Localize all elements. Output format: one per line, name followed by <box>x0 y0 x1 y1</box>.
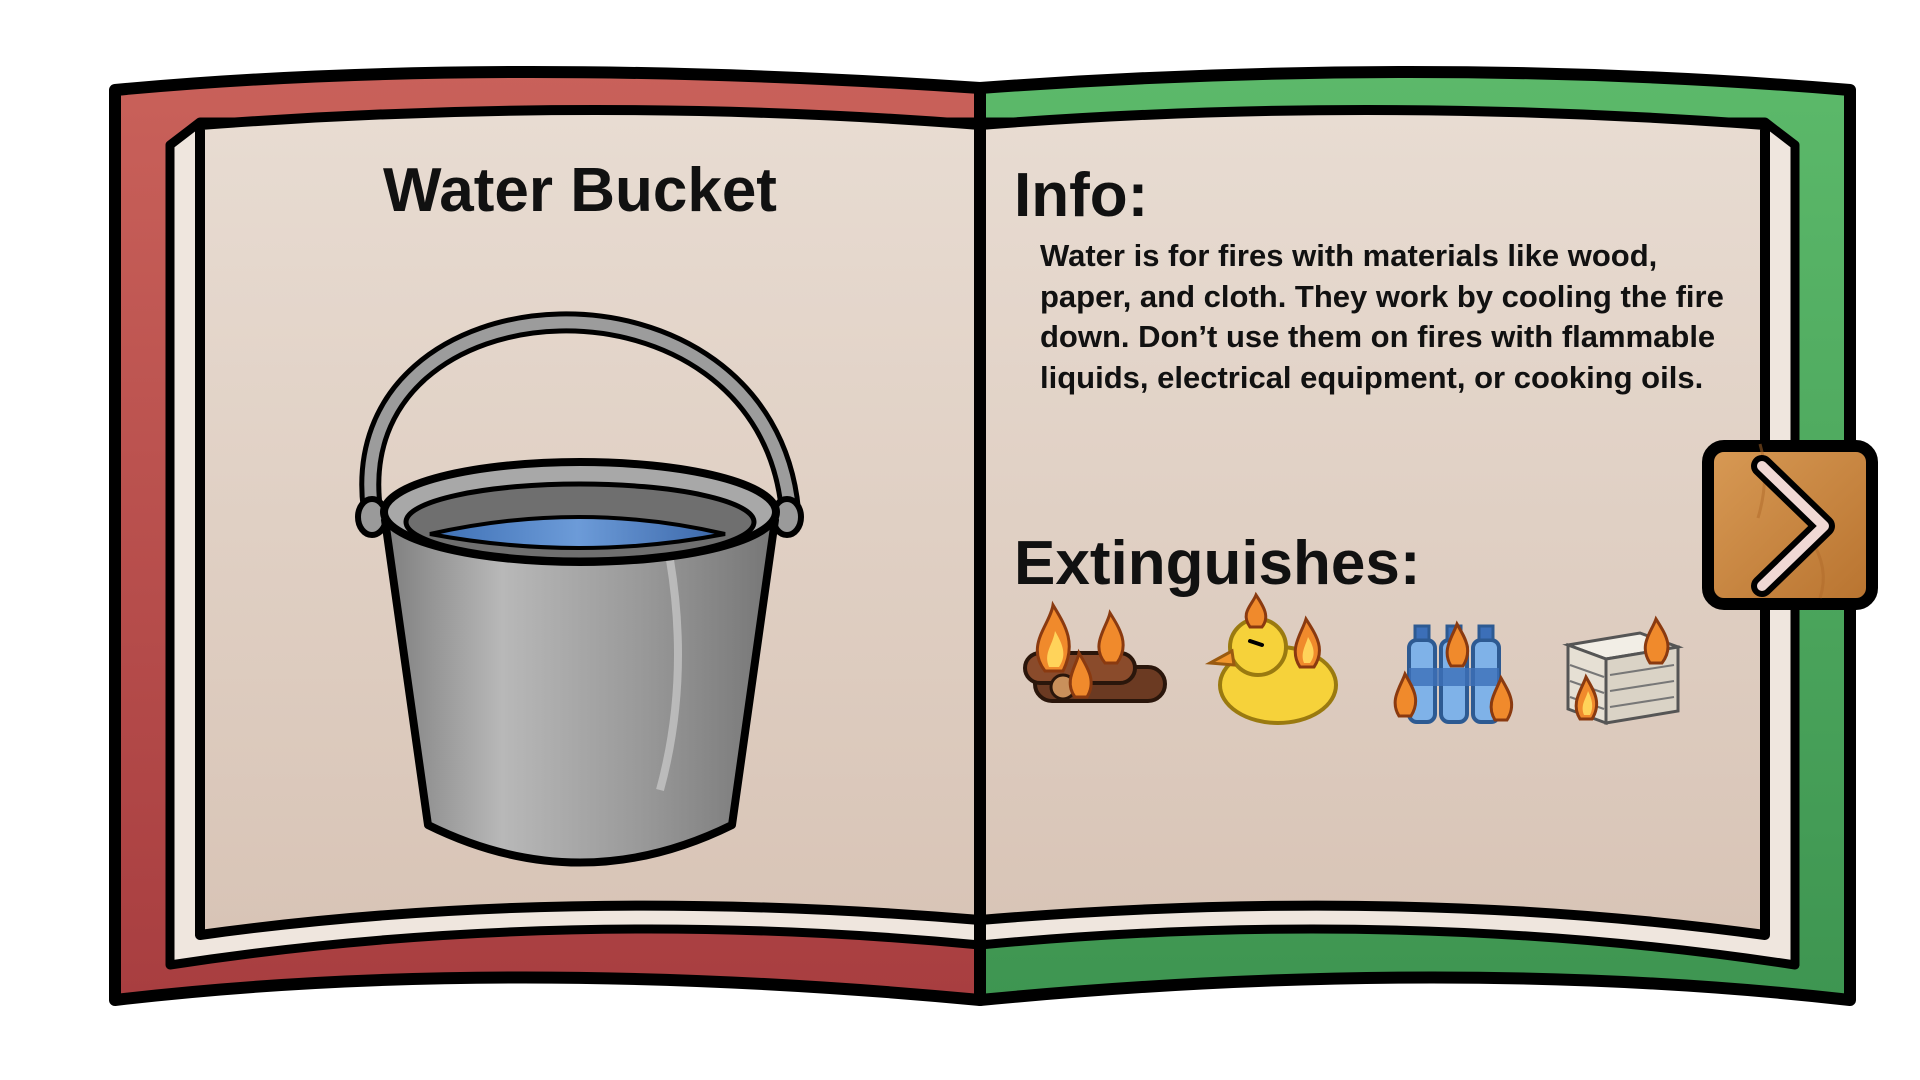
extinguishes-heading: Extinguishes: <box>1014 529 1421 598</box>
fire-extinguisher-book: Water Bucket Info: Water is for fires wi… <box>0 0 1920 1080</box>
item-title: Water Bucket <box>383 156 777 225</box>
next-page-button[interactable] <box>1700 438 1880 612</box>
info-heading: Info: <box>1014 161 1149 230</box>
info-text: Water is for fires with materials like w… <box>1040 238 1724 395</box>
